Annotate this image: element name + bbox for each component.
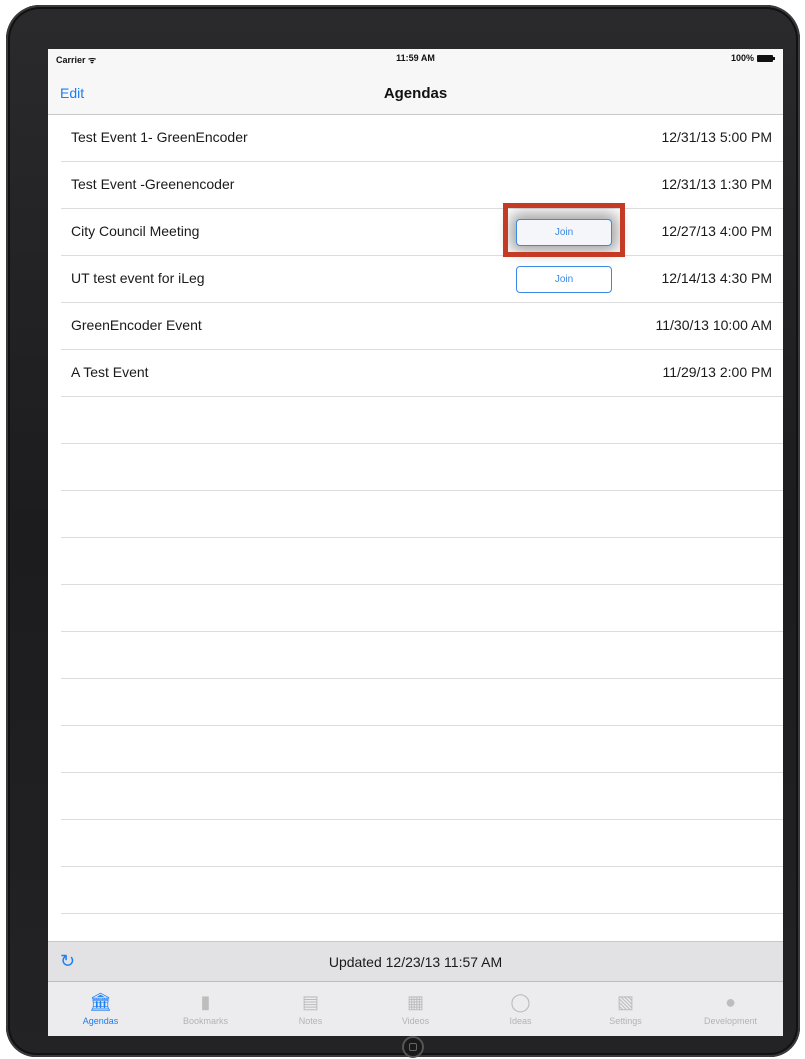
agenda-row[interactable]: City Council Meeting Join 12/27/13 4:00 … (61, 209, 783, 256)
empty-row (61, 820, 783, 867)
empty-row (61, 397, 783, 444)
agenda-name: Test Event -Greenencoder (71, 176, 235, 192)
empty-row (61, 491, 783, 538)
agenda-name: GreenEncoder Event (71, 317, 202, 333)
tab-bar: 🏛 Agendas ▮ Bookmarks ▤ Notes ▦ Videos ◯… (48, 981, 783, 1036)
lightbulb-icon: ◯ (510, 992, 531, 1012)
agenda-row[interactable]: Test Event 1- GreenEncoder 12/31/13 5:00… (61, 115, 783, 162)
tab-agendas[interactable]: 🏛 Agendas (48, 982, 153, 1036)
status-bar: Carrier ᯤ 11:59 AM 100% (48, 49, 783, 67)
tab-settings[interactable]: ▧ Settings (573, 982, 678, 1036)
agenda-date: 12/31/13 1:30 PM (661, 176, 772, 192)
bottom-toolbar: ↻ Updated 12/23/13 11:57 AM (48, 941, 783, 981)
battery-percent: 100% (730, 53, 754, 63)
battery-indicator: 100% (730, 53, 775, 63)
tab-ideas[interactable]: ◯ Ideas (468, 982, 573, 1036)
agenda-date: 12/27/13 4:00 PM (661, 223, 772, 239)
agenda-date: 11/30/13 10:00 AM (655, 317, 773, 333)
agenda-row[interactable]: UT test event for iLeg Join 12/14/13 4:3… (61, 256, 783, 303)
empty-row (61, 538, 783, 585)
agenda-name: Test Event 1- GreenEncoder (71, 129, 248, 145)
agenda-list: Test Event 1- GreenEncoder 12/31/13 5:00… (48, 115, 783, 914)
sliders-icon: ▧ (616, 992, 634, 1012)
tab-label: Agendas (82, 1016, 119, 1026)
tab-videos[interactable]: ▦ Videos (363, 982, 468, 1036)
speech-bubble-icon: ● (725, 992, 736, 1012)
bookmark-icon: ▮ (200, 992, 211, 1012)
empty-row (61, 585, 783, 632)
home-button[interactable] (402, 1036, 424, 1058)
join-button[interactable]: Join (516, 266, 612, 293)
empty-row (61, 632, 783, 679)
film-icon: ▦ (406, 992, 424, 1012)
empty-row (61, 867, 783, 914)
agenda-row[interactable]: Test Event -Greenencoder 12/31/13 1:30 P… (61, 162, 783, 209)
empty-row (61, 679, 783, 726)
status-time: 11:59 AM (396, 53, 435, 63)
empty-row (61, 773, 783, 820)
agenda-row[interactable]: A Test Event 11/29/13 2:00 PM (61, 350, 783, 397)
tab-label: Bookmarks (182, 1016, 228, 1026)
agenda-name: City Council Meeting (71, 223, 200, 239)
agenda-date: 12/14/13 4:30 PM (661, 270, 772, 286)
battery-icon (757, 54, 775, 62)
agenda-row[interactable]: GreenEncoder Event 11/30/13 10:00 AM (61, 303, 783, 350)
ipad-frame: Carrier ᯤ 11:59 AM 100% Edit Agendas Tes… (6, 5, 800, 1058)
tab-notes[interactable]: ▤ Notes (258, 982, 363, 1036)
tab-label: Ideas (509, 1016, 532, 1026)
tab-label: Videos (401, 1016, 430, 1026)
tab-development[interactable]: ● Development (678, 982, 783, 1036)
tab-label: Development (703, 1016, 758, 1026)
tab-label: Notes (298, 1016, 323, 1026)
building-icon: 🏛 (89, 992, 112, 1012)
tab-label: Settings (609, 1016, 642, 1026)
empty-row (61, 726, 783, 773)
agenda-date: 12/31/13 5:00 PM (661, 129, 772, 145)
notes-icon: ▤ (301, 992, 319, 1012)
navigation-bar: Edit Agendas (48, 67, 783, 115)
tab-bookmarks[interactable]: ▮ Bookmarks (153, 982, 258, 1036)
page-title: Agendas (383, 85, 448, 102)
empty-row (61, 444, 783, 491)
agenda-name: UT test event for iLeg (71, 270, 205, 286)
updated-status: Updated 12/23/13 11:57 AM (328, 954, 503, 970)
agenda-date: 11/29/13 2:00 PM (662, 364, 772, 380)
app-screen: Carrier ᯤ 11:59 AM 100% Edit Agendas Tes… (48, 49, 783, 1036)
join-button[interactable]: Join (516, 219, 612, 246)
agenda-name: A Test Event (71, 364, 149, 380)
